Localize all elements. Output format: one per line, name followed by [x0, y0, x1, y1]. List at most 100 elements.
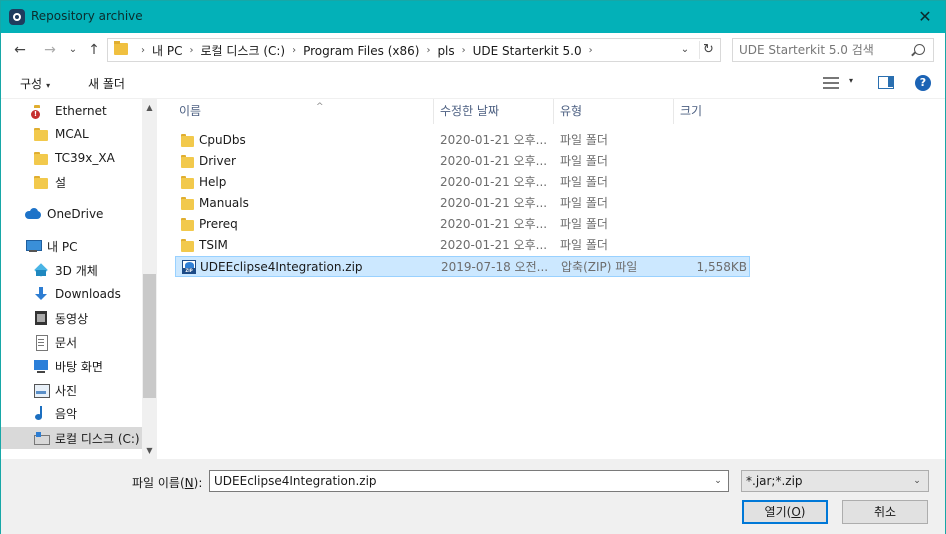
folder-icon	[33, 174, 49, 190]
sidebar-item-3d-objects[interactable]: 3D 개체	[1, 259, 142, 281]
file-row-driver[interactable]: Driver 2020-01-21 오후... 파일 폴더	[175, 151, 750, 172]
breadcrumb-separator[interactable]: ›	[589, 45, 593, 56]
file-date: 2020-01-21 오후...	[440, 238, 548, 252]
folder-icon	[181, 175, 195, 189]
cancel-button[interactable]: 취소	[842, 500, 928, 524]
sidebar-item-label: Ethernet	[55, 104, 107, 118]
breadcrumb-item-local-disk[interactable]: 로컬 디스크 (C:)	[200, 42, 285, 59]
folder-icon	[181, 238, 195, 252]
navigation-pane: Ethernet MCAL TC39x_XA 설 OneDrive 내 PC 3…	[1, 99, 157, 459]
app-icon	[9, 9, 25, 25]
scroll-down-button[interactable]: ▼	[142, 442, 157, 459]
file-name: CpuDbs	[199, 133, 246, 147]
sidebar-item-ethernet[interactable]: Ethernet	[1, 100, 142, 122]
file-type: 파일 폴더	[560, 175, 608, 189]
organize-button[interactable]: 구성 ▾	[20, 75, 50, 92]
file-type-filter[interactable]: *.jar;*.zip ⌄	[741, 470, 929, 492]
sidebar-item-videos[interactable]: 동영상	[1, 307, 142, 329]
file-name: TSIM	[199, 238, 228, 252]
address-dropdown-button[interactable]: ⌄	[676, 41, 694, 59]
sidebar-item-label: TC39x_XA	[55, 151, 115, 165]
column-header-size[interactable]: 크기	[674, 99, 754, 124]
column-header-type[interactable]: 유형	[554, 99, 674, 124]
new-folder-button[interactable]: 새 폴더	[88, 75, 125, 92]
sidebar-item-label: 로컬 디스크 (C:)	[55, 431, 140, 446]
help-icon[interactable]: ?	[915, 75, 931, 91]
breadcrumb-separator[interactable]: ›	[462, 45, 466, 56]
address-bar[interactable]: › 내 PC › 로컬 디스크 (C:) › Program Files (x8…	[107, 38, 721, 62]
close-button[interactable]: ✕	[913, 5, 937, 29]
chevron-down-icon: ⌄	[913, 476, 921, 486]
file-type: 파일 폴더	[560, 154, 608, 168]
forward-button[interactable]: →	[41, 41, 59, 59]
3d-objects-icon	[33, 262, 49, 278]
breadcrumb-item-program-files[interactable]: Program Files (x86)	[303, 44, 419, 58]
file-row-cpudbs[interactable]: CpuDbs 2020-01-21 오후... 파일 폴더	[175, 130, 750, 151]
view-options-icon[interactable]	[823, 77, 839, 89]
scrollbar-thumb[interactable]	[143, 274, 156, 398]
column-header-name[interactable]: 이름 ^	[173, 99, 434, 124]
sidebar-item-label: 음악	[55, 406, 78, 421]
breadcrumb-separator[interactable]: ›	[141, 45, 145, 56]
view-dropdown-button[interactable]: ▾	[849, 76, 853, 85]
folder-icon	[181, 133, 195, 147]
sidebar-item-label: Downloads	[55, 287, 121, 301]
file-row-udeeclipse4integration-zip[interactable]: UDEEclipse4Integration.zip 2019-07-18 오전…	[175, 256, 750, 277]
breadcrumb-separator[interactable]: ›	[189, 45, 193, 56]
navigation-pane-scrollbar[interactable]: ▲ ▼	[142, 99, 157, 459]
search-box[interactable]	[732, 38, 934, 62]
breadcrumb-separator[interactable]: ›	[292, 45, 296, 56]
back-button[interactable]: ←	[11, 41, 29, 59]
sidebar-item-mcal[interactable]: MCAL	[1, 123, 142, 145]
sidebar-item-local-disk[interactable]: 로컬 디스크 (C:)	[1, 427, 142, 449]
breadcrumb-separator[interactable]: ›	[426, 45, 430, 56]
filename-dropdown-button[interactable]: ⌄	[710, 473, 726, 489]
file-name: UDEEclipse4Integration.zip	[200, 260, 363, 274]
sidebar-item-label: 동영상	[55, 311, 89, 326]
breadcrumb-item-this-pc[interactable]: 내 PC	[152, 42, 182, 59]
up-button[interactable]: ↑	[85, 41, 103, 59]
filename-input[interactable]	[214, 473, 704, 489]
breadcrumb-item-pls[interactable]: pls	[437, 44, 454, 58]
file-row-manuals[interactable]: Manuals 2020-01-21 오후... 파일 폴더	[175, 193, 750, 214]
documents-icon	[33, 334, 49, 351]
sidebar-item-tc39x-xa[interactable]: TC39x_XA	[1, 147, 142, 169]
column-header-date[interactable]: 수정한 날짜	[434, 99, 554, 124]
file-row-prereq[interactable]: Prereq 2020-01-21 오후... 파일 폴더	[175, 214, 750, 235]
file-row-help[interactable]: Help 2020-01-21 오후... 파일 폴더	[175, 172, 750, 193]
sidebar-item-label: 사진	[55, 383, 78, 398]
sidebar-item-this-pc[interactable]: 내 PC	[1, 235, 142, 257]
refresh-button[interactable]: ↻	[699, 41, 717, 59]
search-input[interactable]	[739, 42, 909, 58]
scroll-up-button[interactable]: ▲	[142, 99, 157, 116]
local-disk-icon	[33, 430, 50, 446]
sidebar-item-label: 설	[55, 175, 67, 190]
file-date: 2020-01-21 오후...	[440, 196, 548, 210]
sidebar-item-onedrive[interactable]: OneDrive	[1, 203, 142, 225]
sidebar-item-seol[interactable]: 설	[1, 171, 142, 193]
sort-ascending-icon: ^	[316, 102, 324, 112]
folder-warning-icon	[31, 103, 49, 119]
sidebar-item-pictures[interactable]: 사진	[1, 379, 142, 401]
recent-locations-button[interactable]: ⌄	[64, 41, 82, 59]
breadcrumb-item-ude-starterkit[interactable]: UDE Starterkit 5.0	[473, 44, 582, 58]
sidebar-item-label: 3D 개체	[55, 263, 98, 278]
search-icon[interactable]	[914, 44, 925, 55]
file-list: 이름 ^ 수정한 날짜 유형 크기 CpuDbs 2020-01-21 오후..…	[157, 99, 945, 459]
file-date: 2020-01-21 오후...	[440, 175, 548, 189]
file-date: 2019-07-18 오전...	[441, 260, 549, 274]
sidebar-item-music[interactable]: 음악	[1, 402, 142, 424]
file-type: 파일 폴더	[560, 196, 608, 210]
filename-combobox[interactable]: ⌄	[209, 470, 729, 492]
sidebar-item-desktop[interactable]: 바탕 화면	[1, 355, 142, 377]
sidebar-item-downloads[interactable]: Downloads	[1, 283, 142, 305]
this-pc-icon	[25, 238, 42, 254]
command-bar: 구성 ▾ 새 폴더 ▾ ?	[1, 67, 945, 99]
filename-label: 파일 이름(N):	[132, 476, 203, 490]
file-row-tsim[interactable]: TSIM 2020-01-21 오후... 파일 폴더	[175, 235, 750, 256]
title-bar: Repository archive ✕	[1, 1, 945, 33]
open-button[interactable]: 열기(O)	[742, 500, 828, 524]
sidebar-item-documents[interactable]: 문서	[1, 331, 142, 353]
preview-pane-icon[interactable]	[878, 76, 894, 89]
folder-icon	[181, 217, 195, 231]
